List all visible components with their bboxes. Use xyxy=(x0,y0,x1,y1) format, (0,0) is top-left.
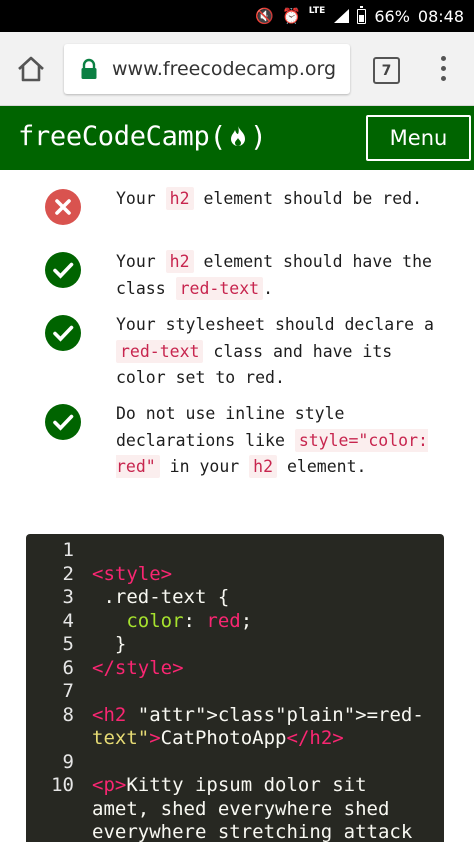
code-text: color: red; xyxy=(126,609,253,632)
test-description: Your stylesheet should declare a red-tex… xyxy=(116,312,446,392)
inline-code: h2 xyxy=(249,455,278,478)
home-icon[interactable] xyxy=(14,52,48,86)
line-number: 9 xyxy=(62,750,74,773)
line-number: 2 xyxy=(62,562,74,585)
test-text-segment: . xyxy=(263,278,274,298)
alarm-icon: ⏰ xyxy=(282,6,301,25)
tabs-icon[interactable]: 7 xyxy=(373,57,400,84)
url-text: www.freecodecamp.org xyxy=(112,58,337,80)
inline-code: red-text xyxy=(116,339,204,363)
line-number: 10 xyxy=(51,774,74,796)
test-description: Do not use inline style declarations lik… xyxy=(116,401,446,481)
code-line[interactable]: 10 <p>Kitty ipsum dolor sit xyxy=(26,774,444,798)
line-number: 4 xyxy=(62,609,74,632)
inline-code: red-text xyxy=(175,276,264,300)
test-text-segment: element. xyxy=(277,457,367,476)
code-editor[interactable]: 1 2 <style> 3 .red-text {4 color: red; 5 } 6 <… xyxy=(26,534,444,842)
inline-code: h2 xyxy=(165,250,194,273)
overflow-menu-icon[interactable] xyxy=(432,56,454,86)
battery-percent: 66% xyxy=(374,6,410,26)
code-text: <h2 "attr">class"plain">=red- xyxy=(92,703,424,726)
lte-icon: LTE xyxy=(308,6,326,16)
test-text-segment: Your xyxy=(116,252,166,271)
code-line[interactable]: 1 xyxy=(26,539,444,563)
check-circle-icon xyxy=(45,404,81,440)
code-text: everywhere stretching attack xyxy=(92,821,413,842)
line-number: 3 xyxy=(62,586,74,608)
test-text-segment: element should be red. xyxy=(193,189,423,208)
test-description: Your h2 element should be red. xyxy=(116,186,446,213)
clock: 08:48 xyxy=(417,6,464,26)
code-text: .red-text { xyxy=(92,586,230,608)
flame-icon xyxy=(227,124,249,150)
code-text: amet, shed everywhere shed xyxy=(92,797,390,820)
code-line[interactable]: 3 .red-text { xyxy=(26,586,444,610)
battery-icon xyxy=(357,5,367,24)
code-line[interactable]: 2 <style> xyxy=(26,563,444,587)
x-circle-icon xyxy=(45,189,81,225)
mute-icon: 🔇 xyxy=(255,6,275,25)
code-line[interactable]: 8 <h2 "attr">class"plain">=red- xyxy=(26,704,444,728)
line-number: 8 xyxy=(62,703,74,726)
line-number: 7 xyxy=(62,680,74,702)
code-line[interactable]: amet, shed everywhere shed xyxy=(26,798,444,822)
test-text-segment: Your stylesheet should declare a xyxy=(116,315,434,334)
line-number: 6 xyxy=(62,656,74,679)
logo-text: freeCodeCamp xyxy=(18,121,210,152)
status-bar: 🔇 ⏰ LTE 66% 08:48 xyxy=(0,0,474,32)
check-circle-icon xyxy=(45,252,81,288)
site-logo[interactable]: freeCodeCamp ( ) xyxy=(18,120,267,153)
check-circle-icon xyxy=(45,315,81,351)
test-text-segment: in your xyxy=(159,457,250,476)
test-text-segment: Your xyxy=(116,189,166,208)
code-text: } xyxy=(92,633,127,655)
code-line[interactable]: 6 </style> xyxy=(26,657,444,681)
site-navbar: freeCodeCamp ( ) Menu xyxy=(0,106,474,170)
code-text: text">CatPhotoApp</h2> xyxy=(92,727,344,749)
signal-icon xyxy=(333,8,350,24)
menu-button[interactable]: Menu xyxy=(366,115,471,161)
inline-code: h2 xyxy=(165,187,194,210)
logo-close-paren: ) xyxy=(250,120,267,153)
line-number: 5 xyxy=(62,633,74,655)
browser-toolbar: www.freecodecamp.org 7 xyxy=(0,32,474,106)
lock-icon xyxy=(78,58,100,80)
code-line[interactable]: 5 } xyxy=(26,633,444,657)
code-line[interactable]: text">CatPhotoApp</h2> xyxy=(26,727,444,751)
line-number: 1 xyxy=(62,539,74,561)
code-text: <p>Kitty ipsum dolor sit xyxy=(92,774,367,796)
address-bar[interactable]: www.freecodecamp.org xyxy=(64,44,350,94)
code-text: </style> xyxy=(92,656,184,679)
test-description: Your h2 element should have the class re… xyxy=(116,249,446,302)
code-text: <style> xyxy=(92,562,173,585)
code-line[interactable]: everywhere stretching attack xyxy=(26,821,444,842)
code-line[interactable]: 9 xyxy=(26,751,444,775)
code-line[interactable]: 7 xyxy=(26,680,444,704)
code-line[interactable]: 4 color: red; xyxy=(26,610,444,634)
logo-open-paren: ( xyxy=(209,120,227,153)
